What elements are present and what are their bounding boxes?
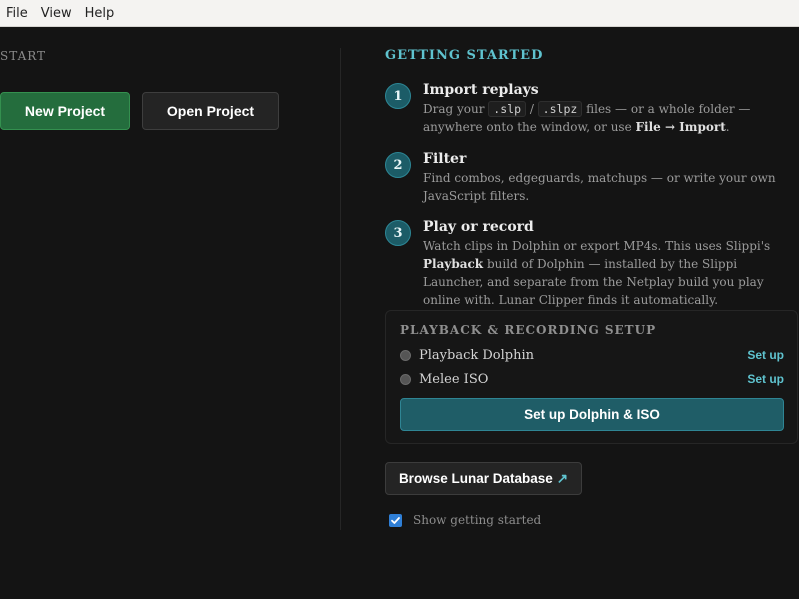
step-title: Play or record xyxy=(423,219,534,235)
show-getting-started-toggle[interactable]: Show getting started xyxy=(389,513,541,527)
step-description: Watch clips in Dolphin or export MP4s. T… xyxy=(423,239,771,307)
browse-lunar-database-button[interactable]: Browse Lunar Database ↗ xyxy=(385,462,582,495)
slp-extension-code: .slp xyxy=(488,101,526,117)
external-link-icon: ↗ xyxy=(556,470,569,486)
setup-row-label: Playback Dolphin xyxy=(419,347,534,363)
step-description: Find combos, edgeguards, matchups — or w… xyxy=(423,171,776,203)
panel-divider xyxy=(340,48,341,530)
setup-playback-dolphin-link[interactable]: Set up xyxy=(747,348,784,362)
step-title: Filter xyxy=(423,151,467,167)
setup-melee-iso-link[interactable]: Set up xyxy=(747,372,784,386)
getting-started-title: GETTING STARTED xyxy=(385,48,544,63)
checkmark-icon xyxy=(391,516,400,524)
menu-file[interactable]: File xyxy=(6,6,28,21)
new-project-button[interactable]: New Project xyxy=(0,92,130,130)
menu-view[interactable]: View xyxy=(41,6,72,21)
setup-row-melee-iso: Melee ISO Set up xyxy=(400,370,784,388)
menu-help[interactable]: Help xyxy=(85,6,115,21)
step-number-badge: 1 xyxy=(385,83,411,109)
setup-card-title: PLAYBACK & RECORDING SETUP xyxy=(400,323,657,337)
start-section-label: START xyxy=(0,49,47,63)
file-import-menu-path: File → Import xyxy=(635,120,726,134)
playback-setup-card: PLAYBACK & RECORDING SETUP Playback Dolp… xyxy=(385,310,798,444)
show-getting-started-checkbox[interactable] xyxy=(389,513,402,527)
step-number-badge: 2 xyxy=(385,152,411,178)
status-dot-icon xyxy=(400,373,411,385)
setup-row-playback-dolphin: Playback Dolphin Set up xyxy=(400,346,784,364)
menu-bar: File View Help xyxy=(0,0,799,27)
setup-dolphin-iso-button[interactable]: Set up Dolphin & ISO xyxy=(400,398,784,431)
step-number-badge: 3 xyxy=(385,220,411,246)
setup-row-label: Melee ISO xyxy=(419,371,489,387)
start-panel: START New Project Open Project xyxy=(0,27,340,599)
slpz-extension-code: .slpz xyxy=(537,101,583,117)
status-dot-icon xyxy=(400,349,411,361)
show-getting-started-label: Show getting started xyxy=(413,513,542,527)
open-project-button[interactable]: Open Project xyxy=(142,92,279,130)
browse-button-label: Browse Lunar Database xyxy=(398,471,553,486)
step-title: Import replays xyxy=(423,82,539,98)
step-description: Drag your .slp / .slpz files — or a whol… xyxy=(423,101,751,134)
